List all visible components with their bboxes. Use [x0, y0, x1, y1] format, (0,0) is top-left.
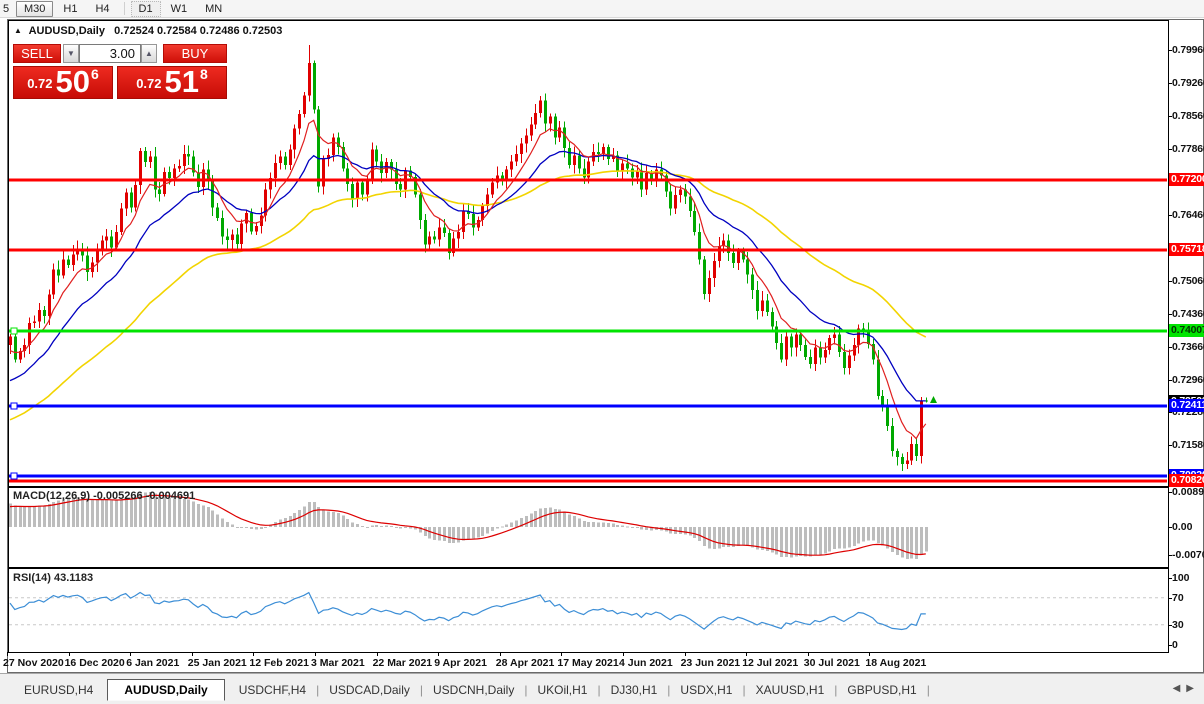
price-tick-label: 0.78560 [1172, 110, 1204, 122]
price-tick-label: 0.79260 [1172, 77, 1204, 89]
buy-price-panel[interactable]: 0.72 51 8 [117, 66, 227, 99]
triangle-up-icon: ▲ [145, 49, 153, 58]
line-handle[interactable] [10, 402, 18, 410]
rsi-scale-label: 70 [1172, 591, 1184, 604]
chart-tab-eurusd-h4[interactable]: EURUSD,H4 [14, 680, 103, 700]
chart-tab-usdcnh-daily[interactable]: USDCNH,Daily [423, 680, 524, 700]
tab-scroll-right-icon[interactable]: ▶ [1186, 683, 1200, 694]
macd-scale-label: 0.00890 [1172, 486, 1204, 498]
line-handle[interactable] [10, 472, 18, 480]
chart-symbol-header: ▲ AUDUSD,Daily 0.72524 0.72584 0.72486 0… [14, 25, 282, 37]
date-tick-label: 12 Feb 2021 [249, 657, 309, 669]
price-tick-label: 0.77860 [1172, 143, 1204, 155]
price-tick-label: 0.75060 [1172, 275, 1204, 287]
chart-tab-usdx-h1[interactable]: USDX,H1 [670, 680, 742, 700]
chart-tab-audusd-daily[interactable]: AUDUSD,Daily [107, 678, 225, 701]
date-tick-label: 30 Jul 2021 [803, 657, 860, 669]
macd-scale-label: 0.00 [1172, 521, 1193, 533]
tab-separator: | [926, 682, 930, 697]
price-tick-label: 0.76460 [1172, 209, 1204, 221]
rsi-scale-label: 30 [1172, 618, 1184, 631]
date-tick-label: 16 Dec 2020 [64, 657, 125, 669]
rsi-scale-label: 100 [1172, 571, 1190, 584]
price-tick-label: 0.72960 [1172, 374, 1204, 386]
price-tick-label: 0.71580 [1172, 439, 1204, 452]
sell-button[interactable]: SELL [13, 44, 61, 63]
date-tick-label: 22 Mar 2021 [372, 657, 433, 669]
hline-price-label: 0.70820 [1169, 473, 1204, 487]
hline-price-label: 0.75718 [1169, 242, 1204, 256]
ohlc-values: 0.72524 0.72584 0.72486 0.72503 [114, 25, 283, 37]
chart-tab-gbpusd-h1[interactable]: GBPUSD,H1 [837, 680, 926, 700]
price-tick-label: 0.73660 [1172, 341, 1204, 353]
buy-button[interactable]: BUY [163, 44, 227, 63]
macd-scale-label: -0.00701 [1172, 548, 1204, 561]
collapse-triangle-icon[interactable]: ▲ [14, 26, 22, 35]
chart-tab-usdchf-h4[interactable]: USDCHF,H4 [229, 680, 316, 700]
chart-tab-usdcad-daily[interactable]: USDCAD,Daily [319, 680, 420, 700]
date-tick-label: 6 Jan 2021 [126, 657, 180, 669]
date-tick-label: 27 Nov 2020 [3, 657, 64, 669]
date-tick-label: 4 Jun 2021 [619, 657, 673, 669]
rsi-scale-label: 0 [1172, 639, 1178, 651]
trading-platform-window: 5 M30 H1 H4 D1 W1 MN ▲ AUDUSD,Daily 0.72524 0.… [0, 0, 1204, 704]
hline-price-label: 0.72411 [1169, 398, 1204, 412]
date-tick-label: 23 Jun 2021 [680, 657, 741, 669]
triangle-down-icon: ▼ [67, 49, 75, 58]
chart-canvas[interactable] [0, 0, 1204, 704]
volume-increase-button[interactable]: ▲ [141, 44, 157, 63]
line-handle[interactable] [10, 327, 18, 335]
price-tick-label: 0.79960 [1172, 44, 1204, 56]
date-tick-label: 3 Mar 2021 [311, 657, 365, 669]
hline-price-label: 0.77200 [1169, 173, 1204, 187]
tab-scroll-left-icon[interactable]: ◀ [1173, 683, 1187, 694]
rsi-pane [8, 568, 1169, 653]
chart-tab-xauusd-h1[interactable]: XAUUSD,H1 [746, 680, 835, 700]
date-tick-label: 17 May 2021 [557, 657, 619, 669]
macd-label: MACD(12,26,9) -0.005266 -0.004691 [13, 490, 196, 502]
date-tick-label: 25 Jan 2021 [187, 657, 247, 669]
symbol-name: AUDUSD,Daily [28, 25, 105, 37]
chart-tab-ukoil-h1[interactable]: UKOil,H1 [527, 680, 597, 700]
date-tick-label: 28 Apr 2021 [495, 657, 555, 669]
date-tick-label: 9 Apr 2021 [434, 657, 487, 669]
date-tick-label: 12 Jul 2021 [742, 657, 799, 669]
volume-decrease-button[interactable]: ▼ [63, 44, 79, 63]
hline-price-label: 0.74007 [1169, 323, 1204, 337]
date-tick-label: 18 Aug 2021 [865, 657, 927, 669]
price-tick-label: 0.74360 [1172, 308, 1204, 320]
rsi-label: RSI(14) 43.1183 [13, 572, 94, 584]
chart-tab-dj30-h1[interactable]: DJ30,H1 [601, 680, 668, 700]
chart-tab-bar: EURUSD,H4 AUDUSD,Daily USDCHF,H4 | USDCAD,Da… [0, 673, 1204, 704]
volume-input[interactable]: 3.00 [79, 44, 141, 63]
sell-price-panel[interactable]: 0.72 50 6 [13, 66, 113, 99]
